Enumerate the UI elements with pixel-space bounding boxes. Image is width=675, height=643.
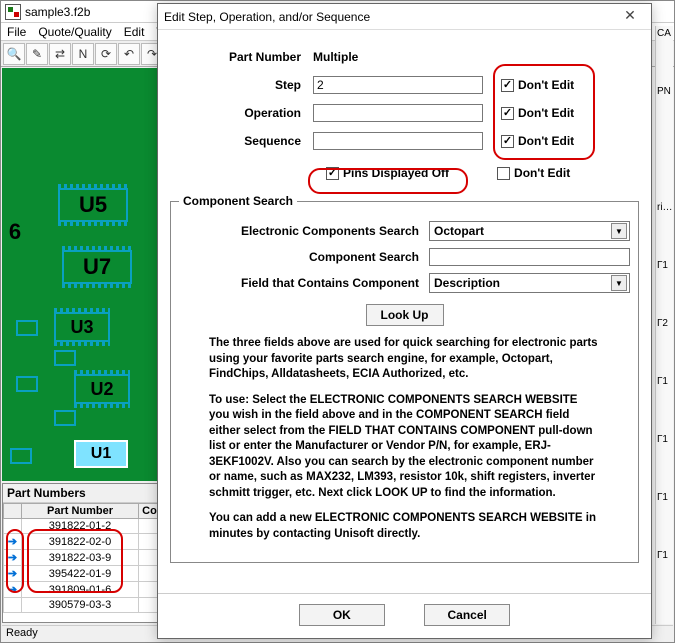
checkbox-icon[interactable] [497, 167, 510, 180]
row-part-number: 395422-01-9 [22, 566, 139, 582]
app-icon [5, 4, 21, 20]
component-search-legend: Component Search [179, 194, 297, 208]
dialog-body: Part Number Multiple Step Don't Edit Ope… [158, 30, 651, 593]
row-arrow-icon: ➔ [4, 534, 22, 550]
sequence-label: Sequence [168, 134, 313, 148]
pins-displayed-off[interactable]: Pins Displayed Off [326, 166, 449, 180]
part-number-label: Part Number [168, 50, 313, 64]
row-arrow-icon: ➔ [4, 550, 22, 566]
info-text: The three fields above are used for quic… [209, 336, 600, 542]
small-component[interactable] [16, 320, 38, 336]
checkbox-icon[interactable] [501, 107, 514, 120]
component-search-label: Component Search [179, 250, 429, 264]
ecs-dropdown[interactable]: Octopart ▼ [429, 221, 630, 241]
component-u7[interactable]: U7 [62, 250, 132, 284]
field-contains-label: Field that Contains Component [179, 276, 429, 290]
table-row[interactable]: ➔395422-01-9 [4, 566, 161, 582]
main-title: sample3.f2b [25, 5, 90, 19]
step-label: Step [168, 78, 313, 92]
tool-n-icon[interactable]: N [72, 43, 94, 65]
tool-refresh-icon[interactable]: ⟳ [95, 43, 117, 65]
row-arrow-icon: ➔ [4, 582, 22, 598]
field-contains-value: Description [434, 276, 500, 290]
component-search-group: Component Search Electronic Components S… [170, 194, 639, 563]
dialog-title: Edit Step, Operation, and/or Sequence [164, 10, 370, 24]
tool-swap-icon[interactable]: ⇄ [49, 43, 71, 65]
lookup-button[interactable]: Look Up [366, 304, 444, 326]
dialog-button-row: OK Cancel [158, 593, 651, 638]
edit-step-dialog: Edit Step, Operation, and/or Sequence ✕ … [157, 3, 652, 639]
status-text: Ready [6, 627, 38, 639]
row-part-number: 391809-01-6 [22, 582, 139, 598]
operation-label: Operation [168, 106, 313, 120]
menu-quote[interactable]: Quote/Quality [38, 25, 111, 39]
right-fragment-text: CA [657, 28, 672, 86]
table-row[interactable]: ➔391822-03-9 [4, 550, 161, 566]
right-fragment-text: Г1 [657, 434, 672, 492]
checkbox-icon[interactable] [501, 79, 514, 92]
row-arrow-icon [4, 598, 22, 613]
menu-edit[interactable]: Edit [124, 25, 145, 39]
col-arrow[interactable] [4, 504, 22, 519]
dont-edit-pins[interactable]: Don't Edit [497, 166, 570, 180]
col-part-number[interactable]: Part Number [22, 504, 139, 519]
close-icon[interactable]: ✕ [615, 7, 645, 27]
row-part-number: 391822-03-9 [22, 550, 139, 566]
component-u6[interactable]: 6 [2, 214, 30, 250]
component-u5[interactable]: U5 [58, 188, 128, 222]
ecs-label: Electronic Components Search [179, 224, 429, 238]
row-arrow-icon [4, 519, 22, 534]
pcb-viewport[interactable]: U5 6 U7 U3 U2 U1 [2, 68, 162, 481]
dont-edit-operation[interactable]: Don't Edit [501, 106, 574, 120]
table-row[interactable]: ➔391809-01-6 [4, 582, 161, 598]
table-row[interactable]: 391822-01-2 [4, 519, 161, 534]
component-u3[interactable]: U3 [54, 312, 110, 342]
checkbox-icon[interactable] [501, 135, 514, 148]
dialog-titlebar[interactable]: Edit Step, Operation, and/or Sequence ✕ [158, 4, 651, 30]
small-component[interactable] [16, 376, 38, 392]
row-part-number: 391822-02-0 [22, 534, 139, 550]
part-numbers-title: Part Numbers [3, 484, 161, 503]
right-fragment-text: Г1 [657, 260, 672, 318]
right-panel-fragment: CAPNri…Г1Г2Г1Г1Г1Г1 [655, 26, 673, 624]
tool-zoom-icon[interactable]: 🔍 [3, 43, 25, 65]
checkbox-icon[interactable] [326, 167, 339, 180]
component-u2[interactable]: U2 [74, 374, 130, 404]
field-contains-dropdown[interactable]: Description ▼ [429, 273, 630, 293]
step-input[interactable] [313, 76, 483, 94]
component-search-input[interactable] [429, 248, 630, 266]
ecs-value: Octopart [434, 224, 484, 238]
row-arrow-icon: ➔ [4, 566, 22, 582]
sequence-input[interactable] [313, 132, 483, 150]
small-component[interactable] [54, 350, 76, 366]
part-numbers-table: Part Number Co 391822-01-2➔391822-02-0➔3… [3, 503, 161, 613]
right-fragment-text: Г2 [657, 318, 672, 376]
row-part-number: 391822-01-2 [22, 519, 139, 534]
right-fragment-text: Г1 [657, 550, 672, 608]
component-u1-selected[interactable]: U1 [74, 440, 128, 468]
right-fragment-text: Г1 [657, 492, 672, 550]
tool-undo-icon[interactable]: ↶ [118, 43, 140, 65]
cancel-button[interactable]: Cancel [424, 604, 510, 626]
right-fragment-text: Г1 [657, 376, 672, 434]
small-component[interactable] [54, 410, 76, 426]
dont-edit-step[interactable]: Don't Edit [501, 78, 574, 92]
table-row[interactable]: ➔391822-02-0 [4, 534, 161, 550]
ok-button[interactable]: OK [299, 604, 385, 626]
part-number-value: Multiple [313, 50, 358, 64]
chevron-down-icon[interactable]: ▼ [611, 223, 627, 239]
tool-edit-icon[interactable]: ✎ [26, 43, 48, 65]
small-component[interactable] [10, 448, 32, 464]
dont-edit-sequence[interactable]: Don't Edit [501, 134, 574, 148]
right-fragment-text [657, 144, 672, 202]
part-numbers-panel: Part Numbers Part Number Co 391822-01-2➔… [2, 483, 162, 623]
operation-input[interactable] [313, 104, 483, 122]
chevron-down-icon[interactable]: ▼ [611, 275, 627, 291]
right-fragment-text: PN [657, 86, 672, 144]
table-row[interactable]: 390579-03-3 [4, 598, 161, 613]
row-part-number: 390579-03-3 [22, 598, 139, 613]
right-fragment-text: ri… [657, 202, 672, 260]
menu-file[interactable]: File [7, 25, 26, 39]
